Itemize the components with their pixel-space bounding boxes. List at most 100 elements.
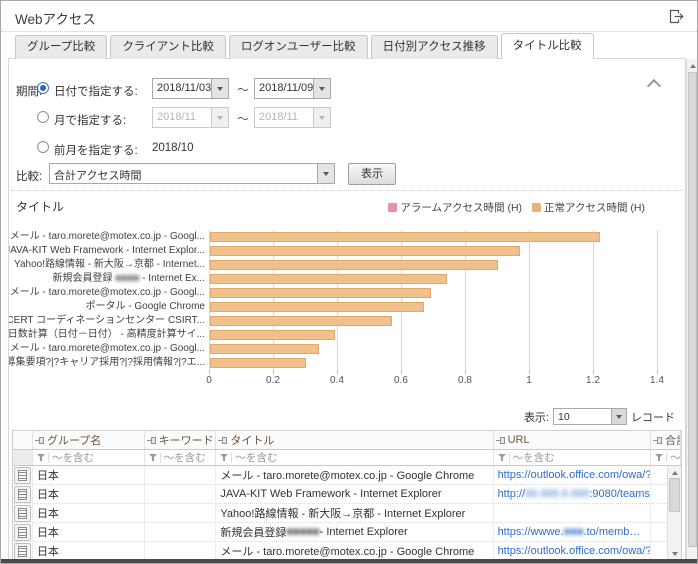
scroll-up-icon[interactable] (668, 466, 681, 477)
text: メール - taro.morete@motex.co.jp - Google C… (220, 546, 475, 558)
keyword-cell (145, 485, 217, 503)
chevron-down-icon[interactable] (317, 164, 334, 183)
pin-icon[interactable] (653, 436, 663, 445)
page-scrollbar[interactable] (686, 59, 697, 561)
url-link[interactable]: https://wwwe. ■■■ .to/memb… (494, 523, 652, 541)
funnel-icon[interactable] (654, 453, 664, 463)
column-label: キーワード (158, 435, 214, 447)
tab-daily-access[interactable]: 日付別アクセス推移 (370, 35, 498, 59)
group-cell: 日本 (33, 523, 145, 541)
window-bottom-edge (1, 559, 697, 563)
funnel-icon[interactable] (36, 453, 46, 463)
filter-cell-3[interactable]: ～を含む (216, 450, 494, 465)
radio-by-date[interactable] (37, 82, 49, 94)
filter-placeholder: ～を含む (512, 452, 555, 464)
table-row[interactable]: 日本 Yahoo!路線情報 - 新大阪→京都 - Internet Explore… (13, 504, 681, 523)
tab-title-compare[interactable]: タイトル比較 (500, 33, 594, 59)
column-label: タイトル (230, 435, 275, 447)
export-icon[interactable] (668, 8, 685, 25)
pin-icon[interactable] (34, 436, 44, 445)
tab-client[interactable]: クライアント比較 (110, 35, 226, 59)
grid-scrollbar-thumb[interactable] (669, 478, 680, 512)
keyword-cell (145, 542, 217, 560)
bar-normal-access (210, 274, 447, 284)
grid-header-5[interactable]: 合計 (651, 431, 681, 449)
table-row[interactable]: 日本 新規会員登録 ■■■■■ - Internet Explorer https:… (13, 523, 681, 542)
column-label: URL (507, 434, 530, 446)
url-link[interactable] (494, 504, 652, 522)
tick-mark (273, 370, 274, 374)
chart-category-label: 新規会員登録 ■■■■ - Internet Ex... (52, 272, 205, 286)
text: :9080/teams/ (589, 488, 652, 500)
text: 日数計算（日付－日付） - 高精度計算サイ... (8, 329, 205, 340)
row-icon-cell (13, 504, 33, 522)
chevron-down-icon (211, 108, 228, 127)
funnel-icon[interactable] (219, 453, 229, 463)
pin-icon[interactable] (495, 436, 505, 445)
grid-header-1[interactable]: グループ名 (33, 431, 145, 449)
prev-month-label: 前月を指定する: (54, 145, 138, 157)
show-button[interactable]: 表示 (348, 163, 396, 185)
grid-header-3[interactable]: タイトル (216, 431, 494, 449)
url-link[interactable]: http://88.888.8.888:9080/teams/ (494, 485, 652, 503)
document-icon[interactable] (13, 523, 31, 541)
radio-prev-month[interactable] (37, 141, 49, 153)
x-tick-label: 1.4 (650, 375, 664, 386)
text: https://wwwe. (497, 526, 564, 538)
funnel-icon[interactable] (497, 453, 507, 463)
chart-xaxis: 0 0.2 0.4 0.6 0.8 1 1.2 1.4 (206, 375, 664, 387)
pin-icon[interactable] (146, 436, 156, 445)
chevron-down-icon[interactable] (313, 79, 330, 98)
chart-plot (209, 230, 658, 374)
date-from-select[interactable]: 2018/11/03 (152, 78, 229, 99)
chevron-down-icon[interactable] (211, 79, 228, 98)
filter-cell-1[interactable]: ～を含む (33, 450, 145, 465)
bar-normal-access (210, 358, 306, 368)
title-cell: 新規会員登録 ■■■■■ - Internet Explorer (216, 523, 494, 541)
filter-placeholder: ～を含む (51, 452, 94, 464)
month-from-select[interactable]: 2018/11 (152, 107, 229, 128)
chart-category-label: JPCERT コーディネーションセンター CSIRT... (9, 314, 205, 328)
document-icon[interactable] (13, 485, 31, 503)
table-row[interactable]: 日本 メール - taro.morete@motex.co.jp - Google… (13, 466, 681, 485)
grid-header-corner (13, 431, 33, 449)
chart-category-label: メール - taro.morete@motex.co.jp - Googl... (10, 230, 205, 244)
period-by-date-row: 日付で指定する: 2018/11/03 ～ 2018/11/09 (9, 78, 685, 100)
grid-scrollbar[interactable] (667, 466, 681, 561)
url-link[interactable]: https://outlook.office.com/owa/?… (494, 542, 652, 560)
x-tick-label: 1.2 (586, 375, 600, 386)
blurred-text: 88.888.8.888 (525, 488, 590, 500)
compare-select[interactable]: 合計アクセス時間 (49, 163, 335, 184)
filter-placeholder: ～を含む (163, 452, 206, 464)
legend-item-alarm: アラームアクセス時間 (H) (388, 200, 522, 215)
grid-header-2[interactable]: キーワード (145, 431, 217, 449)
radio-by-month[interactable] (37, 111, 49, 123)
page-scrollbar-thumb[interactable] (688, 72, 697, 547)
funnel-icon[interactable] (148, 453, 158, 463)
chart-legend: アラームアクセス時間 (H) 正常アクセス時間 (H) (388, 200, 645, 215)
bar-normal-access (210, 302, 424, 312)
document-icon[interactable] (13, 504, 31, 522)
bar-normal-access (210, 232, 600, 242)
document-icon[interactable] (13, 466, 31, 484)
scroll-up-icon[interactable] (687, 59, 697, 70)
record-count-select[interactable]: 10 (553, 408, 627, 425)
title-cell: メール - taro.morete@motex.co.jp - Google C… (216, 466, 494, 484)
filter-cell-5[interactable]: ～を含む (651, 450, 681, 465)
chevron-down-icon[interactable] (611, 409, 626, 424)
period-prev-month-row: 前月を指定する: 2018/10 (9, 137, 685, 159)
tab-logon-user[interactable]: ログオンユーザー比較 (228, 35, 368, 59)
table-row[interactable]: 日本 JAVA-KIT Web Framework - Internet Expl… (13, 485, 681, 504)
keyword-cell (145, 466, 217, 484)
filter-cell-4[interactable]: ～を含む (494, 450, 652, 465)
pin-icon[interactable] (218, 436, 228, 445)
grid-header-4[interactable]: URL (494, 431, 652, 449)
month-to-select[interactable]: 2018/11 (254, 107, 331, 128)
tab-group[interactable]: グループ比較 (15, 35, 108, 59)
document-icon[interactable] (13, 542, 31, 560)
chart-category-label: メール - taro.morete@motex.co.jp - Googl... (10, 286, 205, 300)
bar-normal-access (210, 288, 431, 298)
filter-cell-2[interactable]: ～を含む (145, 450, 217, 465)
url-link[interactable]: https://outlook.office.com/owa/?… (494, 466, 652, 484)
date-to-select[interactable]: 2018/11/09 (254, 78, 331, 99)
